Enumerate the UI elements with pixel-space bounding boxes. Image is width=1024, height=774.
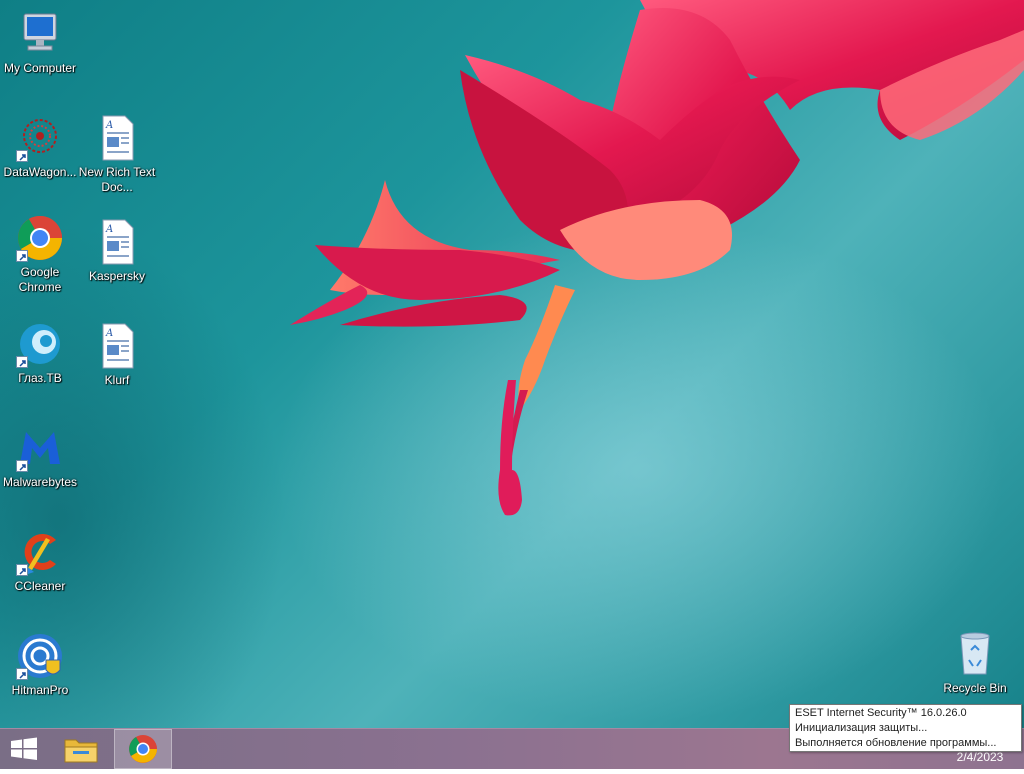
desktop-icon-label: CCleaner — [14, 579, 66, 593]
clock-date[interactable]: 2/4/2023 — [950, 750, 1010, 764]
rtf-document-icon: A — [93, 114, 141, 162]
desktop-icon-kaspersky[interactable]: A Kaspersky — [77, 218, 157, 284]
shortcut-arrow-icon — [16, 356, 28, 368]
taskbar-chrome-button[interactable] — [114, 729, 172, 769]
hitmanpro-icon — [16, 632, 64, 680]
desktop-icon-malwarebytes[interactable]: Malwarebytes — [0, 424, 80, 490]
desktop-icon-label: Kaspersky — [88, 269, 146, 283]
svg-text:A: A — [105, 328, 113, 339]
shortcut-arrow-icon — [16, 250, 28, 262]
desktop-icon-label: Google Chrome — [18, 265, 62, 294]
recycle-bin-icon — [951, 630, 999, 678]
tooltip-line-2: Выполняется обновление программы... — [795, 737, 997, 749]
shortcut-arrow-icon — [16, 460, 28, 472]
datawagon-icon — [16, 114, 64, 162]
desktop-icon-label: HitmanPro — [11, 683, 69, 697]
desktop-icon-label: Klurf — [104, 373, 130, 387]
desktop-icon-label: New Rich Text Doc... — [78, 165, 156, 194]
desktop-icon-glaz-tv[interactable]: Глаз.ТВ — [0, 320, 80, 386]
malwarebytes-icon — [16, 424, 64, 472]
rtf-document-icon: A — [93, 218, 141, 266]
desktop-icon-label: DataWagon... — [3, 165, 77, 179]
eset-notification-tooltip: ESET Internet Security™ 16.0.26.0 Инициа… — [789, 704, 1022, 752]
shortcut-arrow-icon — [16, 150, 28, 162]
desktop-icon-label: Глаз.ТВ — [18, 371, 62, 385]
desktop-icon-new-rich-text-doc[interactable]: A New Rich Text Doc... — [77, 114, 157, 195]
shortcut-arrow-icon — [16, 564, 28, 576]
desktop-icon-hitmanpro[interactable]: HitmanPro — [0, 632, 80, 698]
chrome-icon — [129, 735, 157, 763]
taskbar-file-explorer-button[interactable] — [52, 729, 110, 769]
svg-text:A: A — [105, 224, 113, 235]
desktop-icon-recycle-bin[interactable]: Recycle Bin — [935, 630, 1015, 696]
computer-icon — [16, 10, 64, 58]
start-button[interactable] — [0, 729, 48, 769]
windows-logo-icon — [11, 737, 37, 760]
rtf-document-icon: A — [93, 322, 141, 370]
desktop-icon-label: My Computer — [3, 61, 77, 75]
desktop-icon-google-chrome[interactable]: Google Chrome — [0, 214, 80, 295]
desktop-icon-klurf[interactable]: A Klurf — [77, 322, 157, 388]
tooltip-line-1: Инициализация защиты... — [795, 722, 928, 734]
desktop-icon-my-computer[interactable]: My Computer — [0, 10, 80, 76]
file-explorer-icon — [64, 739, 98, 763]
ccleaner-icon — [16, 528, 64, 576]
glaz-tv-icon — [16, 320, 64, 368]
shortcut-arrow-icon — [16, 668, 28, 680]
chrome-icon — [16, 214, 64, 262]
desktop-icon-ccleaner[interactable]: CCleaner — [0, 528, 80, 594]
desktop-icon-label: Malwarebytes — [2, 475, 78, 489]
svg-text:A: A — [105, 120, 113, 131]
tooltip-title: ESET Internet Security™ 16.0.26.0 — [795, 707, 967, 719]
desktop-icon-datawagon[interactable]: DataWagon... — [0, 114, 80, 180]
desktop-icon-label: Recycle Bin — [943, 681, 1007, 695]
